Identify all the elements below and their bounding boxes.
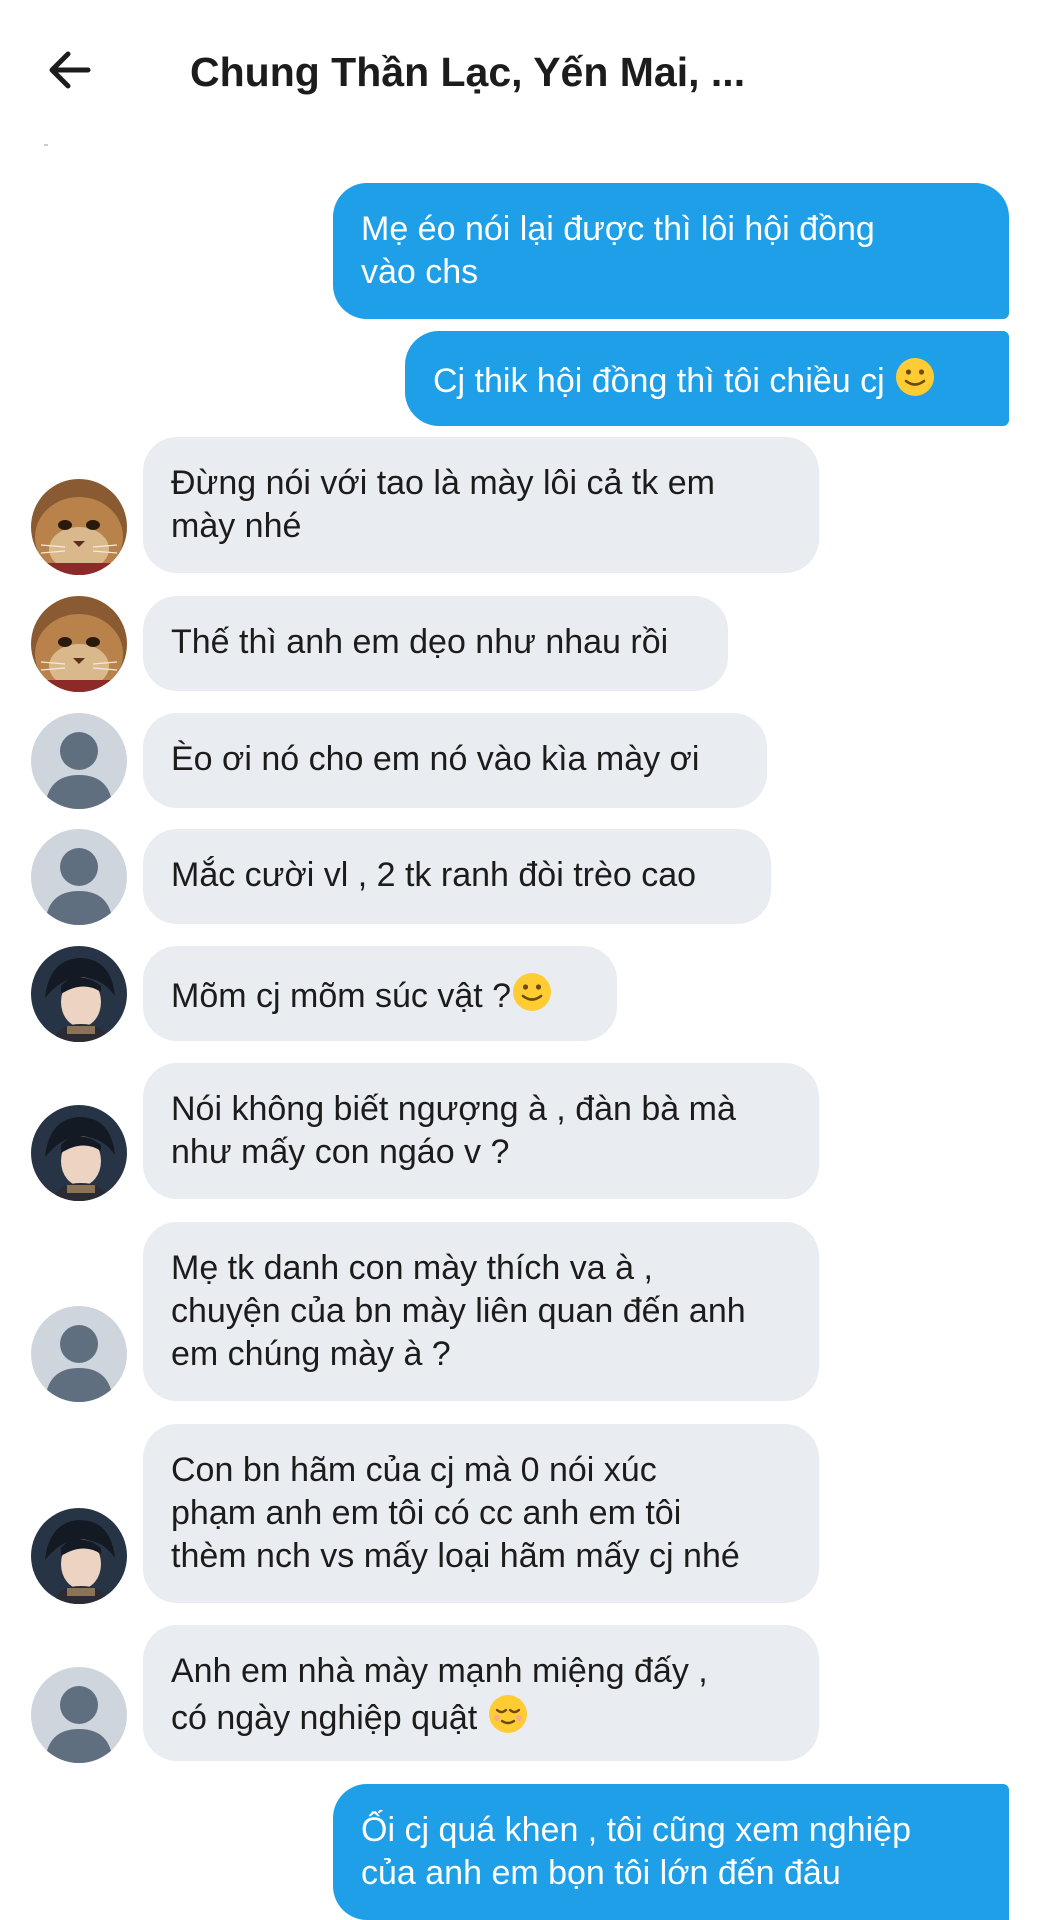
message-line: Mõm cj mõm súc vật ? — [171, 977, 512, 1015]
photo-avatar[interactable] — [31, 1105, 127, 1201]
message-line: Mẹ éo nói lại được thì lôi hội đồng — [361, 210, 875, 248]
chat-header: Chung Thần Lạc, Yến Mai, ... — [0, 0, 1041, 140]
message-bubble-outgoing[interactable]: Cj thik hội đồng thì tôi chiều cj — [405, 331, 1009, 426]
message-line: Mẹ tk danh con mày thích va à , — [171, 1249, 653, 1287]
back-button[interactable] — [40, 40, 100, 100]
message-line: Nói không biết ngượng à , đàn bà mà — [171, 1090, 736, 1128]
message-bubble-incoming[interactable]: Èo ơi nó cho em nó vào kìa mày ơi — [143, 713, 767, 808]
message-line: vào chs — [361, 253, 479, 291]
message-bubble-incoming[interactable]: Anh em nhà mày mạnh miệng đấy , có ngày … — [143, 1625, 819, 1761]
message-line: Đừng nói với tao là mày lôi cả tk em — [171, 464, 715, 502]
default-avatar[interactable] — [31, 1306, 127, 1402]
message-line: phạm anh em tôi có cc anh em tôi — [171, 1494, 682, 1532]
conversation-title[interactable]: Chung Thần Lạc, Yến Mai, ... — [190, 42, 745, 102]
photo-avatar[interactable] — [31, 946, 127, 1042]
message-line: Èo ơi nó cho em nó vào kìa mày ơi — [171, 740, 700, 778]
default-avatar[interactable] — [31, 1667, 127, 1763]
cat-avatar[interactable] — [31, 479, 127, 575]
message-bubble-incoming[interactable]: Con bn hãm của cj mà 0 nói xúc phạm anh … — [143, 1424, 819, 1603]
default-avatar[interactable] — [31, 713, 127, 809]
relieved-face-icon — [488, 1695, 527, 1733]
message-line: mày nhé — [171, 507, 302, 545]
message-line: thèm nch vs mấy loại hãm mấy cj nhé — [171, 1537, 740, 1575]
message-line: Cj thik hội đồng thì tôi chiều cj — [433, 362, 885, 400]
message-bubble-incoming[interactable]: Đừng nói với tao là mày lôi cả tk em mày… — [143, 437, 819, 573]
cat-avatar[interactable] — [31, 596, 127, 692]
message-line: Anh em nhà mày mạnh miệng đấy , — [171, 1652, 708, 1690]
message-line: em chúng mày à ? — [171, 1335, 451, 1373]
photo-avatar[interactable] — [31, 1508, 127, 1604]
arrow-left-icon — [49, 51, 91, 89]
message-line: Ối cj quá khen , tôi cũng xem nghiệp — [361, 1811, 911, 1849]
message-line: Con bn hãm của cj mà 0 nói xúc — [171, 1451, 657, 1489]
message-bubble-incoming[interactable]: Mẹ tk danh con mày thích va à , chuyện c… — [143, 1222, 819, 1401]
default-avatar[interactable] — [31, 829, 127, 925]
message-bubble-incoming[interactable]: Mõm cj mõm súc vật ? — [143, 946, 617, 1041]
header-divider — [44, 144, 48, 146]
message-bubble-incoming[interactable]: Nói không biết ngượng à , đàn bà mà như … — [143, 1063, 819, 1199]
message-bubble-incoming[interactable]: Mắc cười vl , 2 tk ranh đòi trèo cao — [143, 829, 771, 924]
message-line: Thế thì anh em dẹo như nhau rồi — [171, 623, 669, 661]
message-line: chuyện của bn mày liên quan đến anh — [171, 1292, 746, 1330]
message-line: có ngày nghiệp quật — [171, 1699, 478, 1737]
slightly-smiling-face-icon — [896, 358, 935, 396]
message-line: của anh em bọn tôi lớn đến đâu — [361, 1854, 841, 1892]
message-bubble-outgoing[interactable]: Mẹ éo nói lại được thì lôi hội đồng vào … — [333, 183, 1009, 319]
message-bubble-outgoing[interactable]: Ối cj quá khen , tôi cũng xem nghiệp của… — [333, 1784, 1009, 1920]
message-bubble-incoming[interactable]: Thế thì anh em dẹo như nhau rồi — [143, 596, 728, 691]
slightly-smiling-face-icon — [513, 973, 552, 1011]
message-line: như mấy con ngáo v ? — [171, 1133, 510, 1171]
message-line: Mắc cười vl , 2 tk ranh đòi trèo cao — [171, 856, 697, 894]
